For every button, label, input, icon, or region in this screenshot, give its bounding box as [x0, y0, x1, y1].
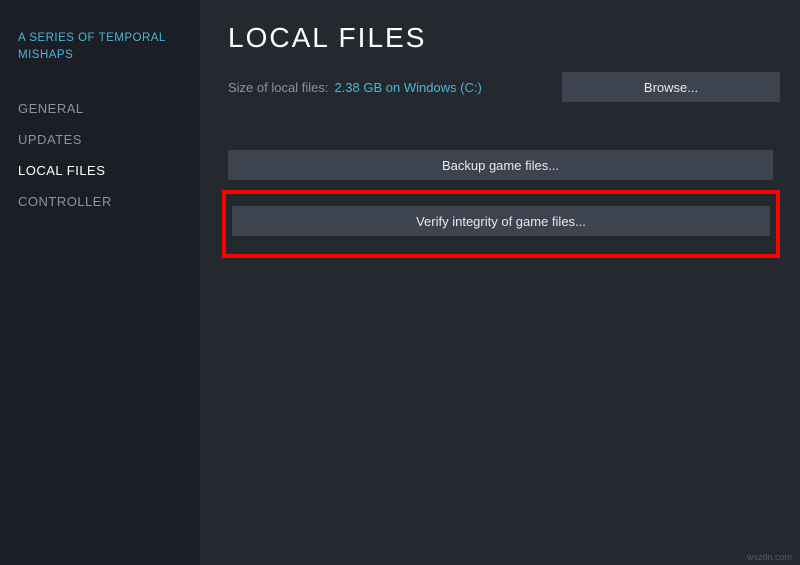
backup-button[interactable]: Backup game files... — [228, 150, 773, 180]
browse-button[interactable]: Browse... — [562, 72, 780, 102]
sidebar-item-local-files[interactable]: LOCAL FILES — [18, 155, 182, 186]
nav-list: GENERAL UPDATES LOCAL FILES CONTROLLER — [18, 93, 182, 217]
main-content: LOCAL FILES Size of local files: 2.38 GB… — [200, 0, 800, 565]
page-title: LOCAL FILES — [228, 22, 780, 54]
size-value: 2.38 GB on Windows (C:) — [334, 80, 481, 95]
sidebar: A SERIES OF TEMPORAL MISHAPS GENERAL UPD… — [0, 0, 200, 565]
game-title: A SERIES OF TEMPORAL MISHAPS — [18, 30, 182, 65]
watermark: wszdn.com — [747, 552, 792, 562]
sidebar-item-general[interactable]: GENERAL — [18, 93, 182, 124]
highlight-annotation: Verify integrity of game files... — [222, 190, 780, 258]
sidebar-item-controller[interactable]: CONTROLLER — [18, 186, 182, 217]
size-label: Size of local files: — [228, 80, 328, 95]
size-row: Size of local files: 2.38 GB on Windows … — [228, 72, 780, 102]
verify-integrity-button[interactable]: Verify integrity of game files... — [232, 206, 770, 236]
sidebar-item-updates[interactable]: UPDATES — [18, 124, 182, 155]
